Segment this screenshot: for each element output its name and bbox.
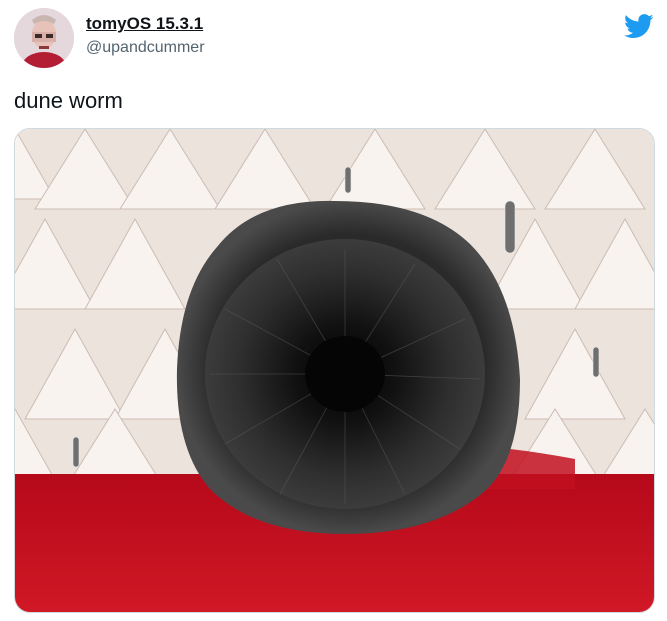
twitter-bird-icon[interactable] <box>624 14 654 39</box>
user-handle[interactable]: @upandcummer <box>86 39 205 57</box>
tweet-header: tomyOS 15.3.1 @upandcummer <box>14 8 654 72</box>
tweet-media-image[interactable] <box>14 128 655 613</box>
display-name-link[interactable]: tomyOS 15.3.1 <box>86 14 203 34</box>
avatar[interactable] <box>14 8 74 68</box>
avatar-image <box>14 8 74 68</box>
tweet-text: dune worm <box>14 88 123 113</box>
